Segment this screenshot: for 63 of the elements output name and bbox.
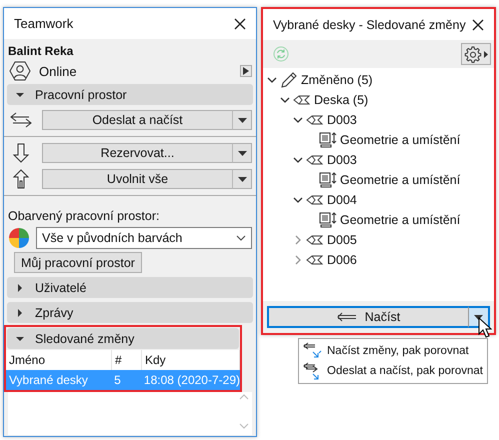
up-arrow-icon: [10, 169, 32, 189]
caret-icon: [238, 176, 246, 182]
chevron-down-icon: [236, 235, 246, 241]
geometry-icon: [319, 131, 337, 149]
send-receive-button[interactable]: Odeslat a načíst: [42, 110, 232, 130]
section-header[interactable]: Zprávy: [7, 302, 253, 323]
chevron-icon[interactable]: [293, 195, 303, 205]
status-label: Online: [39, 64, 78, 78]
color-wheel-icon: [8, 227, 30, 249]
tree-item[interactable]: Geometrie a umístění: [340, 133, 460, 147]
chevron-icon[interactable]: [293, 155, 303, 165]
color-label: Obarvený pracovní prostor:: [7, 208, 160, 225]
close-icon[interactable]: [234, 18, 246, 30]
slab-icon: [306, 114, 324, 126]
tree-item[interactable]: Geometrie a umístění: [340, 173, 460, 187]
load-button[interactable]: Načíst: [267, 306, 468, 328]
menu-item[interactable]: Odeslat a načíst, pak porovnat: [299, 361, 487, 381]
expand-button[interactable]: [240, 65, 252, 77]
window-title: Teamwork: [14, 16, 74, 31]
window-title: Vybrané desky - Sledované změny: [273, 18, 466, 32]
caret-icon: [238, 118, 246, 122]
arrow-left-icon: [336, 312, 357, 322]
geometry-icon: [319, 211, 337, 229]
slab-icon: [306, 234, 324, 246]
reserve-button[interactable]: Rezervovat...: [42, 143, 232, 163]
triangle-icon: [15, 308, 25, 318]
settings-button[interactable]: [461, 43, 491, 65]
release-button[interactable]: Uvolnit vše: [42, 169, 232, 189]
geometry-icon: [319, 171, 337, 189]
tree-item[interactable]: Geometrie a umístění: [340, 213, 460, 227]
dropdown-button[interactable]: [232, 110, 252, 130]
triangle-icon: [15, 282, 25, 292]
caret-icon: [474, 314, 483, 320]
slab-icon: [306, 194, 324, 206]
section-header[interactable]: Uživatelé: [7, 277, 253, 298]
color-select[interactable]: Vše v původních barvách: [36, 227, 252, 249]
chevron-icon[interactable]: [293, 115, 303, 125]
tree-item[interactable]: D005: [327, 233, 357, 247]
dropdown-button[interactable]: [232, 169, 252, 189]
tree-item[interactable]: D003: [327, 113, 357, 127]
user-icon: [9, 61, 31, 81]
slab-icon: [293, 94, 311, 106]
tree-item[interactable]: Změněno (5): [301, 73, 373, 87]
slab-icon: [306, 154, 324, 166]
user-name: Balint Reka: [7, 43, 74, 60]
receive-compare-icon: [303, 342, 323, 360]
slab-icon: [306, 254, 324, 266]
tree-item[interactable]: D006: [327, 253, 357, 267]
tree-item[interactable]: D003: [327, 153, 357, 167]
close-icon[interactable]: [472, 18, 484, 30]
section-header[interactable]: Sledované změny: [7, 328, 239, 349]
pencil-icon: [280, 71, 298, 89]
chevron-icon[interactable]: [267, 75, 277, 85]
section-header[interactable]: Pracovní prostor: [7, 84, 253, 105]
tree-item[interactable]: D004: [327, 193, 357, 207]
tree-item[interactable]: Deska (5): [314, 93, 368, 107]
chevron-icon[interactable]: [280, 95, 290, 105]
caret-icon: [238, 150, 246, 156]
my-workspace-button[interactable]: Můj pracovní prostor: [14, 252, 142, 273]
dropdown-button[interactable]: [232, 143, 252, 163]
swap-arrows-icon: [10, 112, 32, 128]
menu-item[interactable]: Načíst změny, pak porovnat: [299, 341, 487, 361]
down-arrow-icon: [10, 143, 32, 163]
